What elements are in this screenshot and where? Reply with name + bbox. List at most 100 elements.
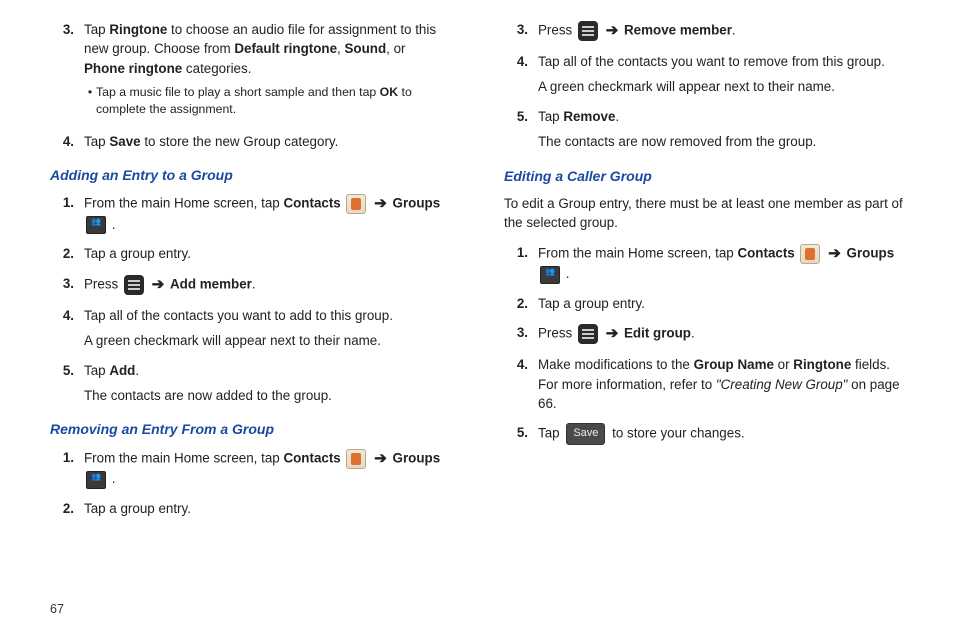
groups-icon [86, 471, 106, 489]
groups-icon [86, 216, 106, 234]
step-body: Tap all of the contacts you want to add … [84, 306, 450, 351]
step-number: 5. [50, 361, 84, 406]
bold-ringtone: Ringtone [109, 22, 167, 37]
text: Tap [84, 134, 109, 149]
groups-icon [540, 266, 560, 284]
text: Make modifications to the [538, 357, 694, 372]
text: Tap [538, 426, 563, 441]
text: Tap [84, 363, 109, 378]
text: From the main Home screen, tap [84, 450, 283, 465]
step-body: Tap a group entry. [84, 499, 450, 518]
step-number: 2. [504, 294, 538, 313]
text: Tap a group entry. [538, 294, 904, 313]
text: , or [386, 41, 405, 56]
arrow-icon: ➔ [828, 245, 841, 262]
step-body: Tap Ringtone to choose an audio file for… [84, 20, 450, 122]
bold-contacts: Contacts [737, 245, 794, 260]
arrow-icon: ➔ [152, 276, 165, 293]
contacts-icon [346, 449, 366, 469]
text: The contacts are now removed from the gr… [538, 132, 904, 151]
text: Press [538, 326, 576, 341]
step-number: 3. [504, 20, 538, 42]
bold-phone-ringtone: Phone ringtone [84, 61, 182, 76]
bold-group-name: Group Name [694, 357, 774, 372]
text: A green checkmark will appear next to th… [84, 331, 450, 350]
heading-removing-entry: Removing an Entry From a Group [50, 419, 450, 439]
text: Tap all of the contacts you want to add … [84, 306, 450, 325]
text: . [562, 266, 569, 281]
menu-icon [578, 324, 598, 344]
menu-icon [578, 21, 598, 41]
step-number: 4. [50, 132, 84, 151]
text: Tap [84, 22, 109, 37]
step-body: Make modifications to the Group Name or … [538, 355, 904, 413]
step-number: 4. [504, 355, 538, 413]
removing-entry-steps-cont: 3. Press ➔ Remove member. 4. Tap all of … [504, 20, 904, 152]
step-number: 4. [50, 306, 84, 351]
text: categories. [182, 61, 251, 76]
step-body: From the main Home screen, tap Contacts … [84, 193, 450, 234]
step-body: Tap a group entry. [538, 294, 904, 313]
contacts-icon [800, 244, 820, 264]
bold-contacts: Contacts [283, 450, 340, 465]
text: The contacts are now added to the group. [84, 386, 450, 405]
bold-groups: Groups [393, 450, 441, 465]
step-body: From the main Home screen, tap Contacts … [84, 448, 450, 489]
step-number: 1. [50, 448, 84, 489]
intro-text: To edit a Group entry, there must be at … [504, 194, 904, 233]
step-body: Tap all of the contacts you want to remo… [538, 52, 904, 97]
text: Tap all of the contacts you want to remo… [538, 52, 904, 71]
step-number: 4. [504, 52, 538, 97]
text: or [774, 357, 793, 372]
arrow-icon: ➔ [374, 450, 387, 467]
bold-remove: Remove [563, 109, 615, 124]
step-body: From the main Home screen, tap Contacts … [538, 243, 904, 284]
bold-ringtone-field: Ringtone [793, 357, 851, 372]
cross-reference: "Creating New Group" [716, 377, 848, 392]
bold-groups: Groups [847, 245, 895, 260]
text: to store the new Group category. [141, 134, 339, 149]
step-number: 5. [504, 423, 538, 445]
text: Tap a group entry. [84, 244, 450, 263]
contacts-icon [346, 194, 366, 214]
step-body: Press ➔ Edit group. [538, 323, 904, 345]
text: From the main Home screen, tap [84, 196, 283, 211]
step-number: 1. [50, 193, 84, 234]
left-column: 3. Tap Ringtone to choose an audio file … [50, 20, 450, 528]
bold-edit-group: Edit group [624, 326, 691, 341]
bullet-icon: • [84, 84, 96, 117]
step-number: 3. [50, 20, 84, 122]
step-number: 1. [504, 243, 538, 284]
text: From the main Home screen, tap [538, 245, 737, 260]
bold-sound: Sound [344, 41, 386, 56]
text: . [108, 217, 115, 232]
bold-add: Add [109, 363, 135, 378]
step-body: Press ➔ Add member. [84, 274, 450, 296]
step-body: Tap a group entry. [84, 244, 450, 263]
bold-default-ringtone: Default ringtone [234, 41, 337, 56]
right-column: 3. Press ➔ Remove member. 4. Tap all of … [504, 20, 904, 528]
bold-save: Save [109, 134, 140, 149]
text: . [252, 276, 256, 291]
arrow-icon: ➔ [606, 22, 619, 39]
text: Tap a group entry. [84, 499, 450, 518]
step-number: 2. [50, 499, 84, 518]
bold-groups: Groups [393, 196, 441, 211]
page-number: 67 [50, 602, 64, 616]
arrow-icon: ➔ [606, 325, 619, 342]
bold-contacts: Contacts [283, 196, 340, 211]
step-body: Tap Save to store your changes. [538, 423, 904, 445]
step-number: 2. [50, 244, 84, 263]
step-body: Tap Save to store the new Group category… [84, 132, 450, 151]
menu-icon [124, 275, 144, 295]
text: . [135, 363, 139, 378]
step-number: 5. [504, 107, 538, 152]
removing-entry-steps: 1. From the main Home screen, tap Contac… [50, 448, 450, 519]
step-body: Press ➔ Remove member. [538, 20, 904, 42]
editing-group-steps: 1. From the main Home screen, tap Contac… [504, 243, 904, 446]
step-number: 3. [50, 274, 84, 296]
bold-remove-member: Remove member [624, 22, 732, 37]
bold-ok: OK [380, 85, 398, 99]
heading-adding-entry: Adding an Entry to a Group [50, 165, 450, 185]
save-button-icon: Save [566, 423, 605, 445]
